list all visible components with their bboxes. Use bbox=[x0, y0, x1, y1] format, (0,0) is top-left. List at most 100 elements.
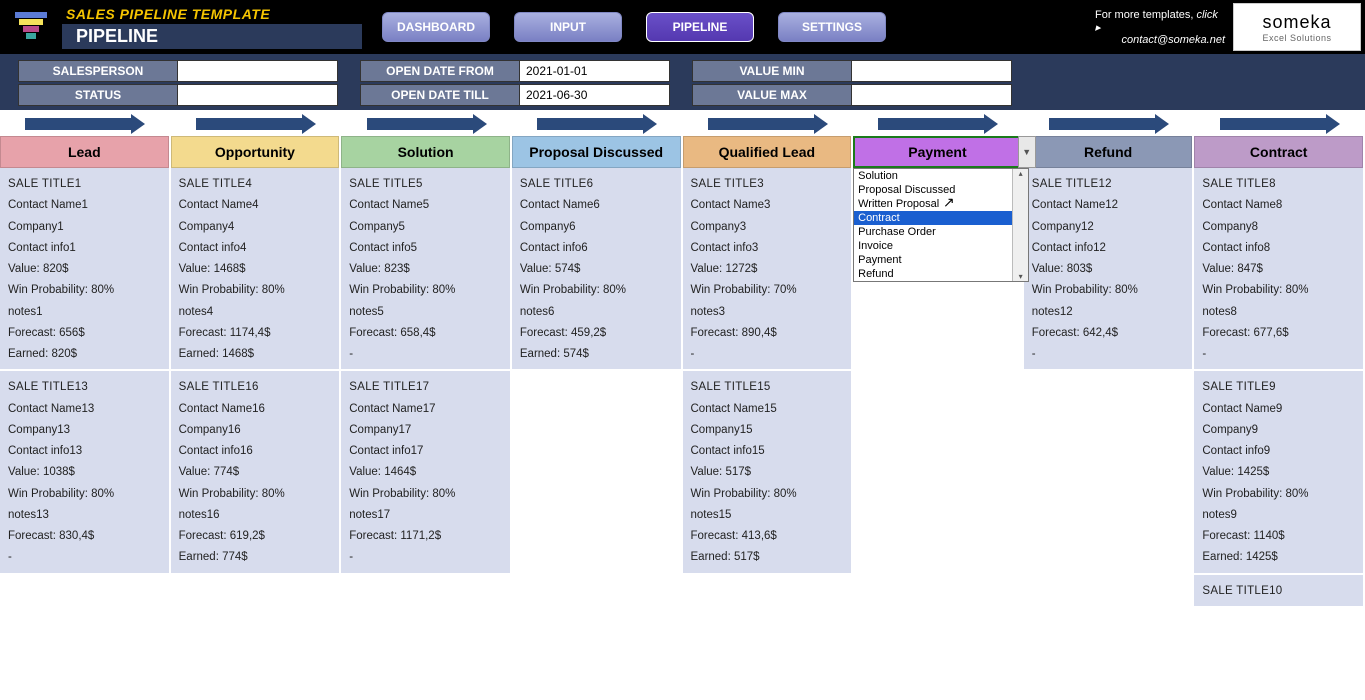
dropdown-scrollbar[interactable]: ▴▾ bbox=[1012, 169, 1028, 281]
card-notes: notes12 bbox=[1032, 302, 1185, 323]
card-prob: Win Probability: 80% bbox=[1202, 280, 1355, 301]
stage-header-proposal-discussed[interactable]: Proposal Discussed bbox=[512, 136, 681, 168]
card-notes: notes4 bbox=[179, 302, 332, 323]
card-title: SALE TITLE3 bbox=[691, 174, 844, 195]
dropdown-chevron-icon[interactable]: ▼ bbox=[1018, 136, 1036, 168]
stage-header-payment[interactable]: Payment bbox=[853, 136, 1022, 168]
deal-card[interactable]: SALE TITLE10 bbox=[1194, 575, 1363, 606]
stage-arrow-icon bbox=[0, 112, 171, 136]
card-title: SALE TITLE13 bbox=[8, 377, 161, 398]
stage-column: SALE TITLE8Contact Name8Company8Contact … bbox=[1194, 168, 1365, 606]
dropdown-item[interactable]: Contract bbox=[854, 211, 1012, 225]
card-forecast: Forecast: 1140$ bbox=[1202, 526, 1355, 547]
stage-header-lead[interactable]: Lead bbox=[0, 136, 169, 168]
pipeline-board: SALE TITLE1Contact Name1Company1Contact … bbox=[0, 168, 1365, 606]
card-earned: Earned: 574$ bbox=[520, 344, 673, 365]
card-prob: Win Probability: 80% bbox=[349, 484, 502, 505]
stage-header-qualified-lead[interactable]: Qualified Lead bbox=[683, 136, 852, 168]
card-info: Contact info16 bbox=[179, 441, 332, 462]
stage-header-contract[interactable]: Contract bbox=[1194, 136, 1363, 168]
stage-column: SALE TITLE6Contact Name6Company6Contact … bbox=[512, 168, 683, 606]
contact-email[interactable]: contact@someka.net bbox=[1122, 34, 1226, 46]
card-info: Contact info3 bbox=[691, 238, 844, 259]
deal-card[interactable]: SALE TITLE9Contact Name9Company9Contact … bbox=[1194, 371, 1363, 572]
filter-value-max-input[interactable] bbox=[852, 84, 1012, 106]
card-earned: Earned: 517$ bbox=[691, 547, 844, 568]
card-contact: Contact Name6 bbox=[520, 195, 673, 216]
nav-buttons: DASHBOARD INPUT PIPELINE SETTINGS bbox=[362, 0, 1095, 54]
card-notes: notes6 bbox=[520, 302, 673, 323]
card-company: Company6 bbox=[520, 217, 673, 238]
nav-pipeline[interactable]: PIPELINE bbox=[646, 12, 754, 42]
card-notes: notes3 bbox=[691, 302, 844, 323]
nav-settings[interactable]: SETTINGS bbox=[778, 12, 886, 42]
card-title: SALE TITLE17 bbox=[349, 377, 502, 398]
card-prob: Win Probability: 80% bbox=[1032, 280, 1185, 301]
card-prob: Win Probability: 80% bbox=[8, 280, 161, 301]
stage-header-refund[interactable]: Refund bbox=[1024, 136, 1193, 168]
deal-card[interactable]: SALE TITLE8Contact Name8Company8Contact … bbox=[1194, 168, 1363, 369]
deal-card[interactable]: SALE TITLE13Contact Name13Company13Conta… bbox=[0, 371, 169, 572]
deal-card[interactable]: SALE TITLE1Contact Name1Company1Contact … bbox=[0, 168, 169, 369]
stage-column: SALE TITLE5Contact Name5Company5Contact … bbox=[341, 168, 512, 606]
card-title: SALE TITLE10 bbox=[1202, 581, 1355, 602]
deal-card[interactable]: SALE TITLE12Contact Name12Company12Conta… bbox=[1024, 168, 1193, 369]
stage-headers: LeadOpportunitySolutionProposal Discusse… bbox=[0, 136, 1365, 168]
card-forecast: Forecast: 830,4$ bbox=[8, 526, 161, 547]
filter-open-from-input[interactable]: 2021-01-01 bbox=[520, 60, 670, 82]
card-company: Company13 bbox=[8, 420, 161, 441]
deal-card[interactable]: SALE TITLE6Contact Name6Company6Contact … bbox=[512, 168, 681, 369]
card-forecast: Forecast: 1174,4$ bbox=[179, 323, 332, 344]
brand-logo[interactable]: someka Excel Solutions bbox=[1233, 3, 1361, 51]
stage-arrow-icon bbox=[1194, 112, 1365, 136]
more-templates-text: For more templates, click ▸ bbox=[1095, 9, 1225, 34]
card-notes: notes16 bbox=[179, 505, 332, 526]
nav-dashboard[interactable]: DASHBOARD bbox=[382, 12, 490, 42]
card-value: Value: 847$ bbox=[1202, 259, 1355, 280]
card-forecast: Forecast: 1171,2$ bbox=[349, 526, 502, 547]
filter-status-input[interactable] bbox=[178, 84, 338, 106]
filter-open-till-input[interactable]: 2021-06-30 bbox=[520, 84, 670, 106]
deal-card[interactable]: SALE TITLE4Contact Name4Company4Contact … bbox=[171, 168, 340, 369]
dropdown-item[interactable]: Purchase Order bbox=[854, 225, 1012, 239]
card-contact: Contact Name15 bbox=[691, 399, 844, 420]
card-info: Contact info17 bbox=[349, 441, 502, 462]
deal-card[interactable]: SALE TITLE16Contact Name16Company16Conta… bbox=[171, 371, 340, 572]
filter-value-min-input[interactable] bbox=[852, 60, 1012, 82]
card-forecast: Forecast: 656$ bbox=[8, 323, 161, 344]
card-earned: Earned: 820$ bbox=[8, 344, 161, 365]
deal-card[interactable]: SALE TITLE5Contact Name5Company5Contact … bbox=[341, 168, 510, 369]
card-info: Contact info1 bbox=[8, 238, 161, 259]
card-value: Value: 1272$ bbox=[691, 259, 844, 280]
nav-input[interactable]: INPUT bbox=[514, 12, 622, 42]
status-dropdown[interactable]: SolutionProposal DiscussedWritten Propos… bbox=[853, 168, 1029, 282]
dropdown-item[interactable]: Written Proposal bbox=[854, 197, 1012, 211]
dropdown-item[interactable]: Invoice bbox=[854, 239, 1012, 253]
dropdown-item[interactable]: Solution bbox=[854, 169, 1012, 183]
page-title: PIPELINE bbox=[62, 24, 362, 49]
filter-salesperson-input[interactable] bbox=[178, 60, 338, 82]
card-prob: Win Probability: 80% bbox=[179, 484, 332, 505]
stage-column: SALE TITLE1Contact Name1Company1Contact … bbox=[0, 168, 171, 606]
card-company: Company17 bbox=[349, 420, 502, 441]
card-earned: Earned: 774$ bbox=[179, 547, 332, 568]
card-company: Company15 bbox=[691, 420, 844, 441]
deal-card[interactable]: SALE TITLE17Contact Name17Company17Conta… bbox=[341, 371, 510, 572]
stage-header-solution[interactable]: Solution bbox=[341, 136, 510, 168]
dropdown-item[interactable]: Refund bbox=[854, 267, 1012, 281]
card-forecast: Forecast: 413,6$ bbox=[691, 526, 844, 547]
card-title: SALE TITLE4 bbox=[179, 174, 332, 195]
stage-column: SALE TITLE4Contact Name4Company4Contact … bbox=[171, 168, 342, 606]
card-value: Value: 823$ bbox=[349, 259, 502, 280]
card-contact: Contact Name9 bbox=[1202, 399, 1355, 420]
card-info: Contact info8 bbox=[1202, 238, 1355, 259]
dropdown-item[interactable]: Proposal Discussed bbox=[854, 183, 1012, 197]
stage-header-opportunity[interactable]: Opportunity bbox=[171, 136, 340, 168]
card-prob: Win Probability: 70% bbox=[691, 280, 844, 301]
dropdown-item[interactable]: Payment bbox=[854, 253, 1012, 267]
card-title: SALE TITLE16 bbox=[179, 377, 332, 398]
stage-arrow-icon bbox=[683, 112, 854, 136]
deal-card[interactable]: SALE TITLE15Contact Name15Company15Conta… bbox=[683, 371, 852, 572]
title-block: SALES PIPELINE TEMPLATE PIPELINE bbox=[62, 0, 362, 54]
deal-card[interactable]: SALE TITLE3Contact Name3Company3Contact … bbox=[683, 168, 852, 369]
